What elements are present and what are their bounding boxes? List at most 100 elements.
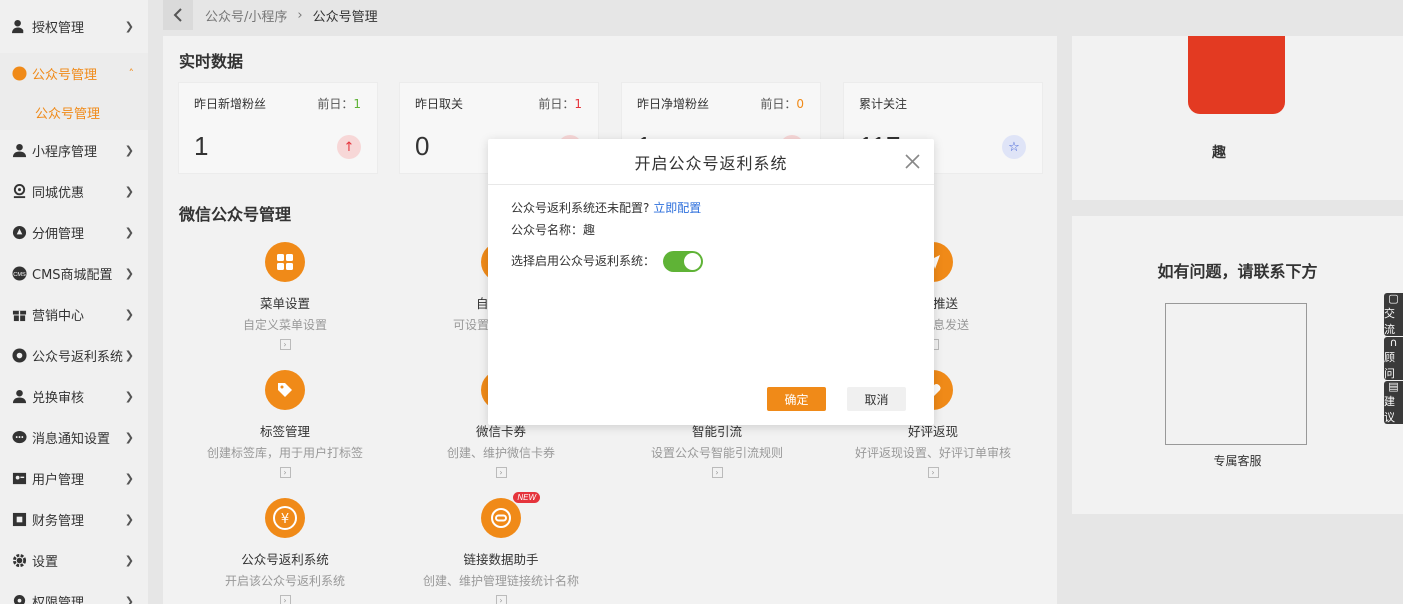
sidebar-item-official-account[interactable]: 公众号管理 ˄ [0,53,148,94]
contact-panel: 如有问题，请联系下方 专属客服 [1072,216,1403,514]
menu-grid-icon [265,242,305,282]
sidebar-item-label: 营销中心 [32,309,85,324]
arrow-right-icon[interactable]: › [279,467,291,478]
chevron-left-icon [173,8,182,22]
chevron-right-icon: ❯ [124,308,134,321]
enable-row: 选择启用公众号返利系统： [511,251,703,272]
svg-text:CMS: CMS [13,272,26,278]
stat-label: 昨日新增粉丝 [194,97,267,111]
new-badge: NEW [513,492,540,503]
chevron-up-icon: ˄ [128,67,135,80]
sidebar-item-local-deals[interactable]: 同城优惠 ❯ [0,171,148,212]
sidebar-item-finance[interactable]: 财务管理 ❯ [0,499,148,540]
float-advisor-button[interactable]: ∩ 顾问 [1384,337,1403,380]
close-icon[interactable] [904,153,921,170]
chevron-right-icon: ❯ [124,472,134,485]
enable-rebate-toggle[interactable] [662,251,703,272]
breadcrumb: 公众号/小程序 › 公众号管理 [163,0,1403,30]
sidebar-item-label: 消息通知设置 [32,432,111,447]
stat-value: 1 [194,131,209,161]
chat-icon [11,430,27,446]
tool-name: 标签管理 [259,424,310,439]
tool-tag-manage[interactable]: 标签管理 创建标签库，用于用户打标签 › [177,370,393,478]
chevron-right-icon: ❯ [124,595,134,604]
tool-desc: 开启该公众号返利系统 [224,574,345,588]
cube-icon: ▢ [1388,293,1399,305]
user-key-icon [11,19,27,35]
account-name: 趣 [1212,145,1226,161]
chevron-right-icon: ❯ [124,144,134,157]
account-name-row: 公众号名称：趣 [511,221,595,238]
stat-prev-label: 前日： [760,97,797,111]
realtime-title: 实时数据 [179,52,244,71]
sidebar-subitem-official-manage[interactable]: 公众号管理 [0,94,148,130]
sidebar-item-label: 公众号返利系统 [32,350,124,365]
modal-header: 开启公众号返利系统 [488,139,934,185]
user-icon [11,389,27,405]
arrow-right-icon[interactable]: › [495,595,507,604]
arrow-right-icon[interactable]: › [495,467,507,478]
sidebar-item-label: 同城优惠 [32,186,85,201]
sidebar-item-users[interactable]: 用户管理 ❯ [0,458,148,499]
tool-name: 公众号返利系统 [241,552,329,567]
tool-rebate-system[interactable]: ¥ 公众号返利系统 开启该公众号返利系统 › [177,498,393,604]
sidebar-item-rebate[interactable]: 公众号返利系统 ❯ [0,335,148,376]
breadcrumb-separator-icon: › [297,7,303,23]
sidebar-item-settings[interactable]: 设置 ❯ [0,540,148,581]
cancel-button[interactable]: 取消 [847,387,906,411]
permission-icon [11,594,27,604]
qr-code [1165,303,1307,445]
sidebar-item-label: 兑换审核 [32,391,85,406]
arrow-up-icon: ↑ [337,135,361,159]
sidebar-item-notify[interactable]: 消息通知设置 ❯ [0,417,148,458]
confirm-button[interactable]: 确定 [767,387,826,411]
star-icon: ☆ [1002,135,1026,159]
arrow-right-icon[interactable]: › [711,467,723,478]
tool-desc: 好评返现设置、好评订单审核 [854,446,1011,460]
enable-label: 选择启用公众号返利系统： [511,254,656,268]
stat-label: 昨日净增粉丝 [637,97,710,111]
sidebar-item-label: 公众号管理 [32,68,98,83]
chevron-right-icon: ❯ [124,431,134,444]
account-panel: 趣 [1072,36,1403,200]
sidebar-item-label: 授权管理 [32,21,85,36]
manage-title: 微信公众号管理 [179,205,292,224]
sidebar: 授权管理 ❯ 公众号管理 ˄ 公众号管理 小程序管理 ❯ 同城优惠 ❯ 分佣管理… [0,0,148,604]
float-label: 顾问 [1384,351,1395,380]
sidebar-item-miniprogram[interactable]: 小程序管理 ❯ [0,130,148,171]
stat-prev: 前日：0 [760,95,804,112]
tool-link-data[interactable]: NEW 链接数据助手 创建、维护管理链接统计名称 › [393,492,609,604]
sidebar-item-auth[interactable]: 授权管理 ❯ [0,0,148,53]
tag-icon [265,370,305,410]
chevron-right-icon: ❯ [124,390,134,403]
sidebar-item-commission[interactable]: 分佣管理 ❯ [0,212,148,253]
breadcrumb-parent[interactable]: 公众号/小程序 [205,6,287,25]
arrow-right-icon[interactable]: › [279,339,291,350]
sidebar-item-label: 权限管理 [32,596,85,604]
config-hint: 公众号返利系统还未配置? 立即配置 [511,199,701,216]
stat-prev-label: 前日： [317,97,354,111]
back-button[interactable] [163,0,193,30]
account-avatar [1188,36,1285,114]
sidebar-item-permission[interactable]: 权限管理 ❯ [0,581,148,604]
configure-now-link[interactable]: 立即配置 [653,201,701,215]
tool-desc: 自定义菜单设置 [242,318,327,332]
breadcrumb-current: 公众号管理 [312,9,378,25]
arrow-right-icon[interactable]: › [927,467,939,478]
sidebar-item-exchange-review[interactable]: 兑换审核 ❯ [0,376,148,417]
stat-value: 0 [415,131,430,161]
sidebar-item-cms[interactable]: CMS CMS商城配置 ❯ [0,253,148,294]
float-feedback-button[interactable]: ▤ 建议 [1384,381,1403,424]
rebate-icon [11,348,27,364]
stat-label: 昨日取关 [415,97,464,111]
arrow-right-icon[interactable]: › [279,595,291,604]
sidebar-item-marketing[interactable]: 营销中心 ❯ [0,294,148,335]
sidebar-item-label: 用户管理 [32,473,85,488]
sidebar-item-label: 小程序管理 [32,145,98,160]
float-chat-button[interactable]: ▢ 交流 [1384,293,1403,336]
modal-title: 开启公众号返利系统 [634,153,788,173]
tool-menu-settings[interactable]: 菜单设置 自定义菜单设置 › [177,242,393,350]
stat-label: 累计关注 [859,97,908,111]
stat-prev-value: 1 [353,97,361,111]
stat-prev: 前日：1 [538,95,582,112]
